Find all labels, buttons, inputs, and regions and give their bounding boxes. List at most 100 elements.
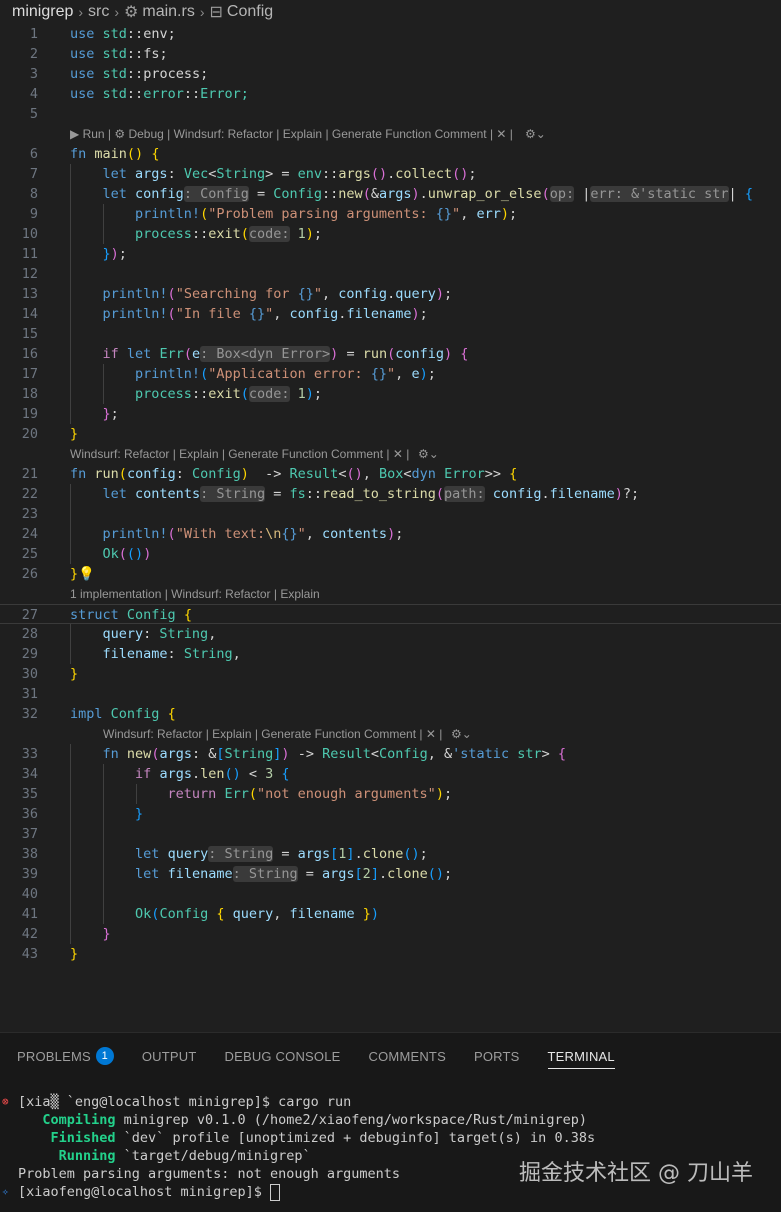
code-editor[interactable]: 1 use std::env; 2 use std::fs; 3 use std::p… <box>0 24 781 1030</box>
line-number: 18 <box>21 386 38 402</box>
code-line: 5 <box>0 104 781 124</box>
line-number: 5 <box>29 106 38 122</box>
code-lens-actions[interactable]: Windsurf: Refactor | Explain | Generate … <box>103 724 442 744</box>
string-literal: "Problem parsing arguments: <box>208 206 436 222</box>
sparkle-icon[interactable]: ✧ <box>2 1183 9 1201</box>
code-line: 40 <box>0 884 781 904</box>
line-number: 17 <box>21 366 38 382</box>
code-line: 1 use std::env; <box>0 24 781 44</box>
code-line: 13 println!("Searching for {}", config.q… <box>0 284 781 304</box>
code-line: 2 use std::fs; <box>0 44 781 64</box>
code-line: 17 println!("Application error: {}", e); <box>0 364 781 384</box>
line-number: 27 <box>21 607 38 623</box>
tab-label: DEBUG CONSOLE <box>224 1048 341 1064</box>
line-number: 11 <box>21 246 38 262</box>
tab-problems[interactable]: PROBLEMS 1 <box>17 1033 114 1079</box>
terminal-text: [xia▒ `eng@localhost minigrep]$ cargo ru… <box>18 1094 352 1110</box>
tab-comments[interactable]: COMMENTS <box>369 1033 446 1079</box>
tab-label: PROBLEMS <box>17 1048 91 1064</box>
code-line: 26}💡 <box>0 564 781 584</box>
line-number: 40 <box>21 886 38 902</box>
code-line: 14 println!("In file {}", config.filenam… <box>0 304 781 324</box>
tab-ports[interactable]: PORTS <box>474 1033 520 1079</box>
windsurf-icon[interactable]: ⚙⌄ <box>451 724 472 744</box>
code-lens-run[interactable]: Windsurf: Refactor | Explain | Generate … <box>0 444 781 464</box>
terminal-text: Problem parsing arguments: not enough ar… <box>18 1166 401 1182</box>
tab-debug-console[interactable]: DEBUG CONSOLE <box>225 1033 341 1079</box>
terminal-text: `target/debug/minigrep` <box>115 1148 311 1164</box>
code-line: 10 process::exit(code: 1); <box>0 224 781 244</box>
string-literal: "With text: <box>175 526 266 542</box>
breadcrumb: minigrep › src › ⚙ main.rs › ⊟ Config <box>0 0 781 24</box>
struct-icon: ⊟ <box>209 4 223 21</box>
lightbulb-icon[interactable]: 💡 <box>78 566 95 582</box>
chevron-right-icon: › <box>78 4 84 20</box>
tab-output[interactable]: OUTPUT <box>142 1033 197 1079</box>
tab-terminal[interactable]: TERMINAL <box>547 1033 616 1079</box>
code-line: 15 <box>0 324 781 344</box>
string-literal: "Application error: <box>208 366 371 382</box>
line-number: 36 <box>21 806 38 822</box>
windsurf-icon[interactable]: ⚙⌄ <box>525 124 546 144</box>
error-circle-icon[interactable]: ⊗ <box>2 1093 9 1111</box>
code-line: 21 fn run(config: Config) -> Result<(), B… <box>0 464 781 484</box>
line-number: 3 <box>29 66 38 82</box>
code-text: fs; <box>143 46 168 62</box>
code-lens-new[interactable]: Windsurf: Refactor | Explain | Generate … <box>0 724 781 744</box>
line-number: 21 <box>21 466 38 482</box>
line-number: 16 <box>21 346 38 362</box>
breadcrumb-folder[interactable]: src <box>88 3 109 21</box>
line-number: 37 <box>21 826 38 842</box>
line-number: 9 <box>29 206 38 222</box>
breadcrumb-file[interactable]: main.rs <box>142 3 194 21</box>
line-number: 22 <box>21 486 38 502</box>
line-number: 34 <box>21 766 38 782</box>
breadcrumb-symbol[interactable]: Config <box>227 3 273 21</box>
code-line: 19 }; <box>0 404 781 424</box>
code-line: 29 filename: String, <box>0 644 781 664</box>
code-line: 4 use std::error::Error; <box>0 84 781 104</box>
line-number: 23 <box>21 506 38 522</box>
code-line: 36 } <box>0 804 781 824</box>
code-lens-struct[interactable]: 1 implementation | Windsurf: Refactor | … <box>0 584 781 604</box>
line-number: 32 <box>21 706 38 722</box>
code-lens-actions[interactable]: Windsurf: Refactor | Explain | Generate … <box>70 444 409 464</box>
code-lens-actions[interactable]: 1 implementation | Windsurf: Refactor | … <box>70 584 320 604</box>
code-line: 35 return Err("not enough arguments"); <box>0 784 781 804</box>
terminal-text: minigrep v0.1.0 (/home2/xiaofeng/workspa… <box>115 1112 587 1128</box>
chevron-right-icon: › <box>114 4 120 20</box>
terminal-prompt: [xiaofeng@localhost minigrep]$ <box>18 1184 270 1200</box>
line-number: 8 <box>29 186 38 202</box>
code-lens-main[interactable]: ▶ Run | ⚙ Debug | Windsurf: Refactor | E… <box>0 124 781 144</box>
code-line: 32 impl Config { <box>0 704 781 724</box>
line-number: 10 <box>21 226 38 242</box>
code-line: 20} <box>0 424 781 444</box>
code-line: 43} <box>0 944 781 964</box>
code-line: 33 fn new(args: &[String]) -> Result<Con… <box>0 744 781 764</box>
code-line: 38 let query: String = args[1].clone(); <box>0 844 781 864</box>
code-line: 22 let contents: String = fs::read_to_st… <box>0 484 781 504</box>
terminal-line: Compiling minigrep v0.1.0 (/home2/xiaofe… <box>0 1111 781 1129</box>
line-number: 15 <box>21 326 38 342</box>
windsurf-icon[interactable]: ⚙⌄ <box>418 444 439 464</box>
line-number: 7 <box>29 166 38 182</box>
panel-tabs: PROBLEMS 1 OUTPUT DEBUG CONSOLE COMMENTS … <box>0 1033 781 1079</box>
line-number: 29 <box>21 646 38 662</box>
breadcrumb-project[interactable]: minigrep <box>12 3 73 21</box>
tab-label: COMMENTS <box>368 1048 446 1064</box>
code-line: 39 let filename: String = args[2].clone(… <box>0 864 781 884</box>
code-line-current: 27 struct Config { <box>0 604 781 624</box>
watermark: 掘金技术社区 @ 刀山羊 <box>519 1161 753 1186</box>
code-line: 6 fn main() { <box>0 144 781 164</box>
line-number: 26 <box>21 566 38 582</box>
code-line: 30} <box>0 664 781 684</box>
code-lens-actions[interactable]: ▶ Run | ⚙ Debug | Windsurf: Refactor | E… <box>70 124 513 144</box>
line-number: 19 <box>21 406 38 422</box>
code-line: 34 if args.len() < 3 { <box>0 764 781 784</box>
line-number: 12 <box>21 266 38 282</box>
line-number: 2 <box>29 46 38 62</box>
code-line: 42 } <box>0 924 781 944</box>
code-line: 18 process::exit(code: 1); <box>0 384 781 404</box>
code-line: 23 <box>0 504 781 524</box>
code-line: 9 println!("Problem parsing arguments: {… <box>0 204 781 224</box>
